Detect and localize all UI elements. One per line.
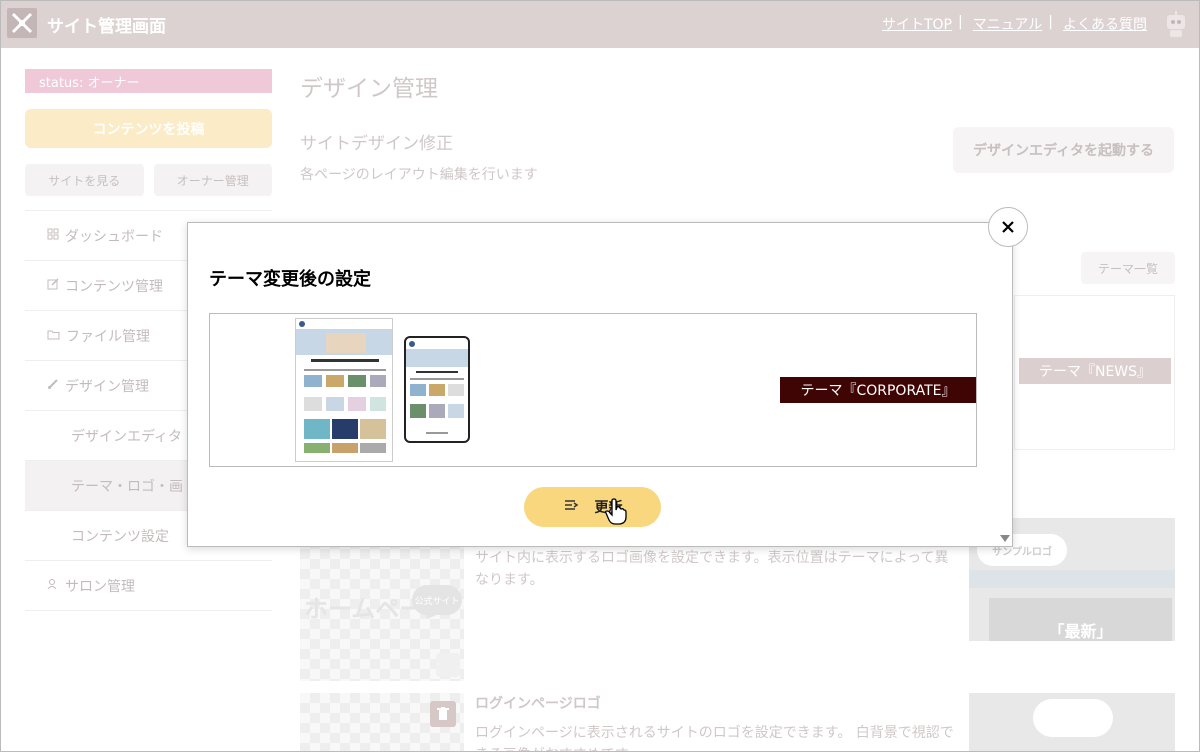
sidebar-item-label: コンテンツ管理: [65, 278, 163, 295]
scroll-down-arrow-icon[interactable]: [1000, 535, 1010, 542]
login-logo-preview: [300, 693, 464, 751]
launch-design-editor-button[interactable]: デザインエディタを起動する: [953, 127, 1174, 173]
sidebar-item-label: ファイル管理: [66, 328, 150, 345]
hand-cursor-icon: [604, 498, 628, 530]
page-title: デザイン管理: [300, 76, 438, 102]
owner-admin-button[interactable]: オーナー管理: [153, 164, 272, 196]
login-sample-logo-image: [969, 693, 1175, 751]
theme-news-card[interactable]: テーマ『NEWS』: [1014, 295, 1175, 450]
modal-title: テーマ変更後の設定: [209, 269, 371, 290]
sidebar-item-label: コンテンツ設定: [71, 528, 169, 545]
site-logo-badge-text: 公式サイト: [414, 596, 460, 607]
update-icon: [563, 498, 579, 516]
salon-icon: [47, 578, 59, 594]
view-site-button[interactable]: サイトを見る: [25, 164, 144, 196]
theme-list-button[interactable]: テーマ一覧: [1081, 252, 1175, 284]
sidebar-item-label: テーマ・ロゴ・画: [71, 478, 183, 495]
user-avatar-icon[interactable]: [1165, 11, 1187, 38]
sidebar-item-label: ダッシュボード: [65, 228, 163, 245]
sidebar-item-label: デザインエディタ: [71, 428, 183, 445]
dashboard-icon: [47, 228, 59, 244]
folder-icon: [47, 328, 60, 344]
sample-banner-text: 「最新」: [1048, 622, 1113, 641]
site-logo-preview: ホームページ 公式サイト: [300, 539, 464, 681]
sidebar-small-buttons: サイトを見る オーナー管理: [25, 164, 272, 196]
site-top-link[interactable]: サイトTOP: [882, 14, 952, 34]
edit-icon: [47, 277, 59, 294]
login-logo-description: ログインページに表示されるサイトのロゴを設定できます。 白背景で視認できる画像が…: [475, 725, 954, 751]
top-links: サイトTOP | マニュアル | よくある質問: [882, 14, 1147, 34]
theme-corporate-label: テーマ『CORPORATE』: [780, 377, 976, 403]
site-design-title: サイトデザイン修正: [300, 134, 453, 154]
robot-icon: [436, 653, 460, 677]
link-separator: |: [1048, 14, 1053, 30]
link-separator: |: [957, 14, 963, 30]
site-logo-badge: 公式サイト: [412, 585, 462, 615]
site-design-description: 各ページのレイアウト編集を行います: [300, 167, 538, 183]
manual-link[interactable]: マニュアル: [973, 14, 1043, 34]
mobile-thumbnail: [404, 336, 470, 443]
theme-news-label: テーマ『NEWS』: [1019, 358, 1171, 384]
sidebar-item-salon[interactable]: サロン管理: [25, 561, 272, 611]
site-logo-description: サイト内に表示するロゴ画像を設定できます。表示位置はテーマによって異なります。: [475, 550, 949, 588]
close-modal-button[interactable]: [988, 207, 1028, 247]
sidebar-item-label: デザイン管理: [65, 378, 149, 395]
update-button[interactable]: 更新: [524, 487, 661, 527]
login-sample-logo: [1033, 699, 1113, 737]
login-logo-title: ログインページロゴ: [475, 696, 601, 712]
app-window: サイト管理画面 サイトTOP | マニュアル | よくある質問 status: …: [0, 0, 1200, 752]
sample-banner: 「最新」: [989, 598, 1172, 641]
brush-icon: [47, 378, 59, 394]
status-badge: status: オーナー: [25, 69, 272, 93]
theme-change-modal: テーマ変更後の設定 テーマ『CORPORATE』 更新: [187, 222, 1013, 547]
desktop-thumbnail: [295, 318, 393, 462]
trash-icon[interactable]: [430, 701, 456, 727]
theme-preview: テーマ『CORPORATE』: [209, 313, 977, 467]
main-content: デザイン管理 サイトデザイン修正 各ページのレイアウト編集を行います デザインエ…: [300, 69, 1180, 751]
faq-link[interactable]: よくある質問: [1063, 14, 1147, 34]
close-icon: [1000, 219, 1016, 235]
post-content-button[interactable]: コンテンツを投稿: [25, 109, 272, 148]
app-title: サイト管理画面: [47, 17, 166, 37]
sidebar-item-label: サロン管理: [65, 578, 135, 595]
top-bar: サイト管理画面 サイトTOP | マニュアル | よくある質問: [1, 1, 1199, 48]
sample-blue-strip: [969, 570, 1175, 588]
app-logo-icon[interactable]: [7, 8, 37, 38]
